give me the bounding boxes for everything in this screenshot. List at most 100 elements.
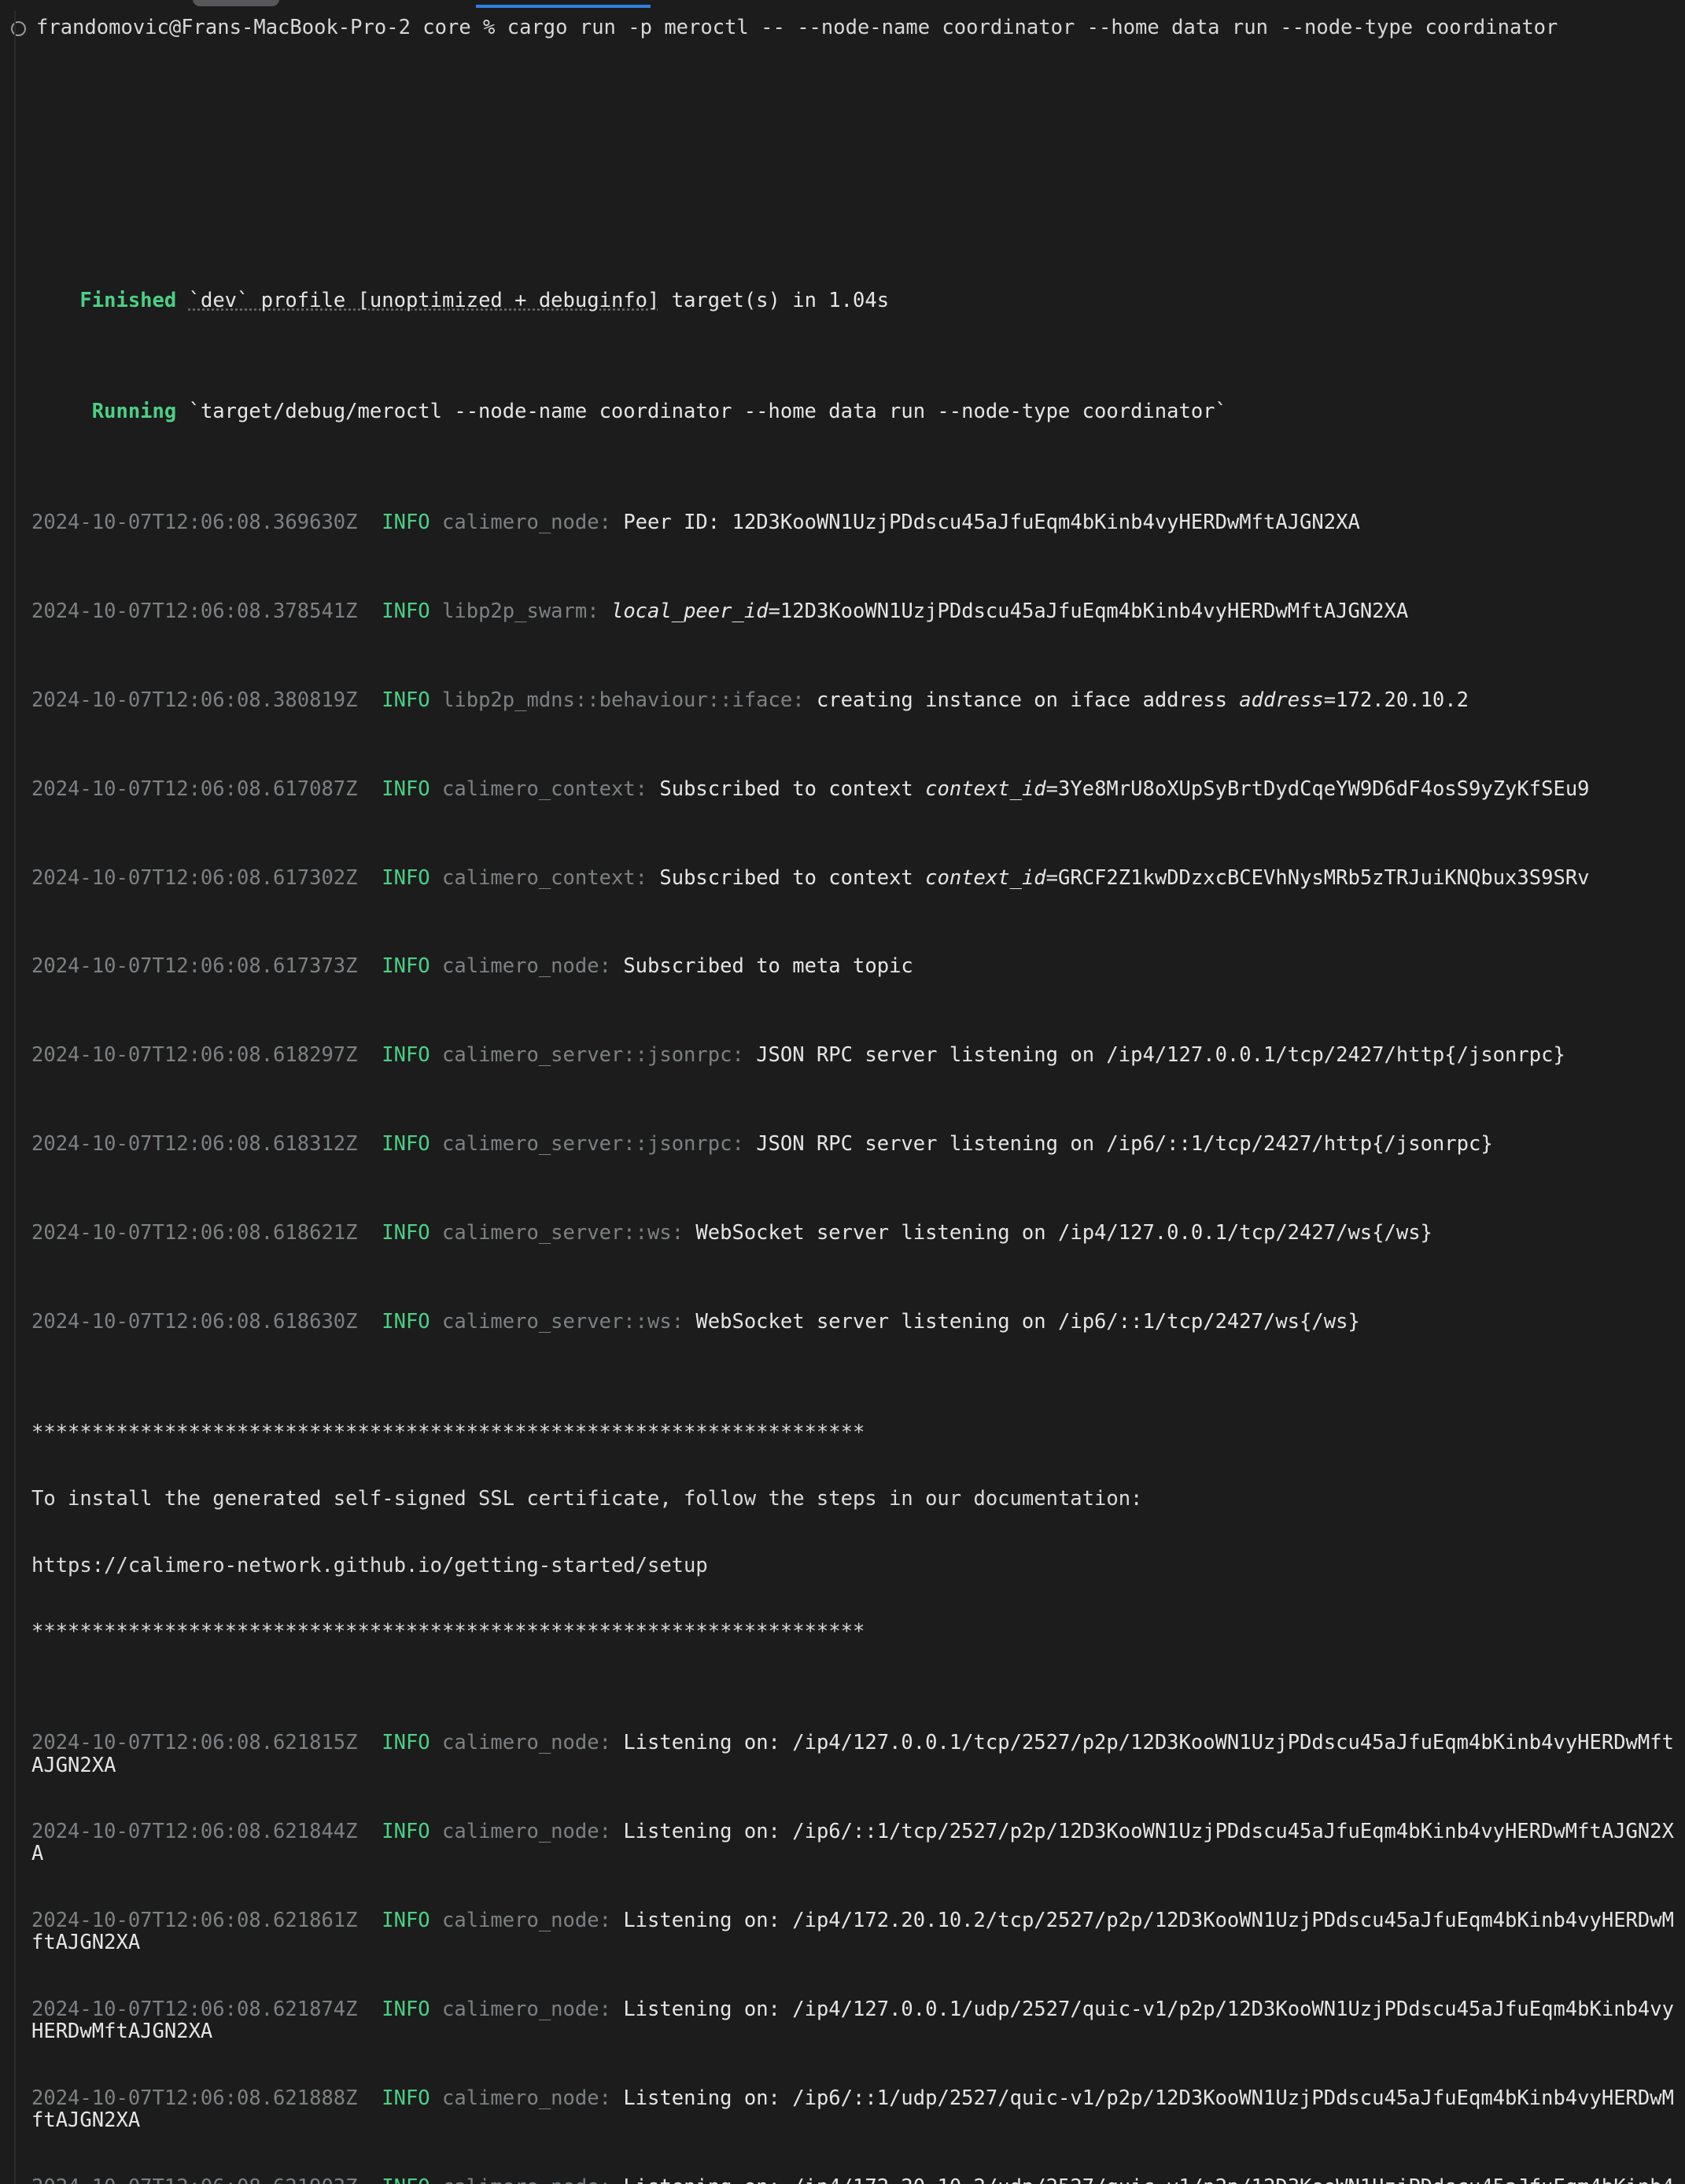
circle-icon — [11, 21, 26, 36]
log-level: INFO — [382, 1310, 430, 1334]
log-line: 2024-10-07T12:06:08.618621Z INFO calimer… — [31, 1222, 1685, 1244]
log-module: libp2p_mdns::behaviour::iface: — [442, 688, 805, 712]
log-timestamp: 2024-10-07T12:06:08.617087Z — [31, 777, 358, 801]
log-line: 2024-10-07T12:06:08.617373Z INFO calimer… — [31, 955, 1685, 977]
log-level: INFO — [382, 511, 430, 534]
log-module: calimero_node: — [442, 2086, 611, 2110]
ssl-banner-rule-bottom: ****************************************… — [31, 1621, 1685, 1643]
log-module: libp2p_swarm: — [442, 599, 599, 623]
space — [358, 2175, 382, 2184]
log-level: INFO — [382, 1909, 430, 1932]
log-level: INFO — [382, 1132, 430, 1156]
log-line: 2024-10-07T12:06:08.378541Z INFO libp2p_… — [31, 600, 1685, 622]
ssl-banner-text: To install the generated self-signed SSL… — [31, 1488, 1685, 1510]
space — [684, 1221, 695, 1245]
space — [430, 2175, 442, 2184]
log-message: WebSocket server listening on /ip4/127.0… — [695, 1221, 1432, 1245]
space — [358, 599, 382, 623]
blank-line — [31, 179, 1685, 201]
log-line: 2024-10-07T12:06:08.618312Z INFO calimer… — [31, 1133, 1685, 1155]
log-level: INFO — [382, 1820, 430, 1843]
space — [358, 1909, 382, 1932]
log-field-value: =12D3KooWN1UzjPDdscu45aJfuEqm4bKinb4vyHE… — [769, 599, 1409, 623]
log-timestamp: 2024-10-07T12:06:08.618621Z — [31, 1221, 358, 1245]
space — [358, 1310, 382, 1334]
log-module: calimero_node: — [442, 1998, 611, 2021]
space — [430, 954, 442, 978]
left-gutter-rule — [14, 11, 16, 2184]
log-field-key: context_id — [925, 777, 1046, 801]
space — [611, 2175, 623, 2184]
log-level: INFO — [382, 954, 430, 978]
log-line: 2024-10-07T12:06:08.617087Z INFO calimer… — [31, 778, 1685, 800]
space — [611, 1731, 623, 1754]
log-level: INFO — [382, 866, 430, 890]
tab-active-indicator[interactable] — [476, 5, 651, 8]
space — [684, 1310, 695, 1334]
log-message: Peer ID: 12D3KooWN1UzjPDdscu45aJfuEqm4bK… — [623, 511, 1360, 534]
log-module: calimero_node: — [442, 1820, 611, 1843]
log-level: INFO — [382, 1221, 430, 1245]
space — [611, 1998, 623, 2021]
log-level: INFO — [382, 1731, 430, 1754]
log-field-value: =172.20.10.2 — [1324, 688, 1469, 712]
cargo-running-line: Running `target/debug/meroctl --node-nam… — [31, 400, 1685, 422]
space — [611, 954, 623, 978]
log-message: Subscribed to meta topic — [623, 954, 913, 978]
log-module: calimero_server::ws: — [442, 1310, 684, 1334]
space — [430, 2086, 442, 2110]
space — [611, 1820, 623, 1843]
log-module: calimero_context: — [442, 866, 647, 890]
terminal-body: frandomovic@Frans-MacBook-Pro-2 core % c… — [0, 11, 1685, 2184]
space — [430, 1909, 442, 1932]
log-message: JSON RPC server listening on /ip6/::1/tc… — [756, 1132, 1493, 1156]
spacer — [31, 289, 79, 312]
log-line: 2024-10-07T12:06:08.621861Z INFO calimer… — [31, 1909, 1685, 1953]
tab-strip — [0, 0, 1685, 11]
space — [744, 1043, 756, 1067]
log-timestamp: 2024-10-07T12:06:08.621903Z — [31, 2175, 358, 2184]
prompt-line: frandomovic@Frans-MacBook-Pro-2 core % c… — [0, 11, 1685, 46]
log-module: calimero_server::jsonrpc: — [442, 1132, 744, 1156]
space — [599, 599, 611, 623]
prompt-command-text: frandomovic@Frans-MacBook-Pro-2 core % c… — [36, 18, 1558, 39]
space — [611, 1909, 623, 1932]
log-line: 2024-10-07T12:06:08.380819Z INFO libp2p_… — [31, 689, 1685, 711]
space — [358, 1820, 382, 1843]
log-level: INFO — [382, 2086, 430, 2110]
log-field-value: =3Ye8MrU8oXUpSyBrtDydCqeYW9D6dF4osS9yZyK… — [1046, 777, 1590, 801]
space — [744, 1132, 756, 1156]
space — [430, 599, 442, 623]
log-line: 2024-10-07T12:06:08.617302Z INFO calimer… — [31, 867, 1685, 889]
space — [611, 511, 623, 534]
log-line: 2024-10-07T12:06:08.369630Z INFO calimer… — [31, 511, 1685, 533]
log-field-key: address — [1239, 688, 1323, 712]
log-line: 2024-10-07T12:06:08.618630Z INFO calimer… — [31, 1311, 1685, 1333]
space — [358, 1221, 382, 1245]
log-level: INFO — [382, 777, 430, 801]
space — [176, 289, 188, 312]
cargo-finished-profile: `dev` profile [unoptimized + debuginfo] — [189, 289, 660, 312]
ssl-banner-url: https://calimero-network.github.io/getti… — [31, 1555, 1685, 1577]
log-module: calimero_node: — [442, 2175, 611, 2184]
log-timestamp: 2024-10-07T12:06:08.618630Z — [31, 1310, 358, 1334]
space — [805, 688, 817, 712]
space — [358, 1132, 382, 1156]
log-module: calimero_context: — [442, 777, 647, 801]
log-line: 2024-10-07T12:06:08.621888Z INFO calimer… — [31, 2087, 1685, 2131]
tab-pill-inactive[interactable] — [193, 0, 279, 6]
space — [430, 1310, 442, 1334]
cargo-finished-tail: target(s) in 1.04s — [659, 289, 889, 312]
space — [430, 688, 442, 712]
log-timestamp: 2024-10-07T12:06:08.621888Z — [31, 2086, 358, 2110]
space — [430, 511, 442, 534]
cargo-running-label: Running — [92, 400, 176, 423]
space — [358, 1731, 382, 1754]
cargo-running-command: `target/debug/meroctl --node-name coordi… — [189, 400, 1227, 423]
log-level: INFO — [382, 1998, 430, 2021]
log-level: INFO — [382, 599, 430, 623]
log-field-key: local_peer_id — [611, 599, 769, 623]
log-timestamp: 2024-10-07T12:06:08.378541Z — [31, 599, 358, 623]
space — [430, 1731, 442, 1754]
space — [358, 954, 382, 978]
